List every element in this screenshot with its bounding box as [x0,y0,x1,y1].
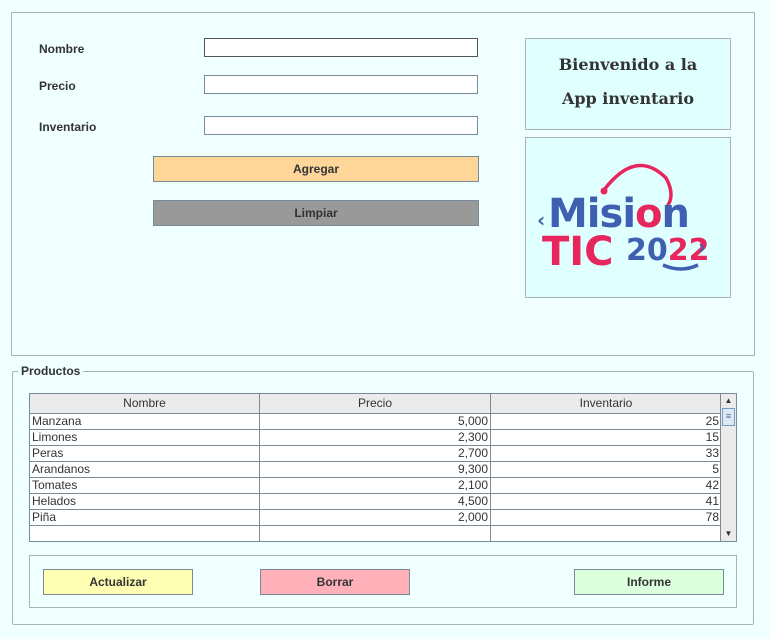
cell-inventario[interactable]: 41 [490,493,722,510]
table-row[interactable] [29,525,722,542]
cell-nombre[interactable]: Arandanos [29,461,260,478]
svg-text:2022: 2022 [626,233,710,268]
table-row[interactable]: Helados 4,500 41 [29,493,722,510]
scroll-up-icon[interactable]: ▲ [721,394,736,408]
table-scrollbar[interactable]: ▲ ≡ ▼ [720,393,737,542]
cell-precio[interactable]: 9,300 [259,461,491,478]
inventario-input[interactable] [204,116,478,135]
inventario-label: Inventario [39,120,97,134]
table-row[interactable]: Manzana 5,000 25 [29,413,722,430]
cell-precio[interactable]: 2,100 [259,477,491,494]
limpiar-button[interactable]: Limpiar [153,200,479,226]
cell-precio[interactable]: 2,000 [259,509,491,526]
agregar-button[interactable]: Agregar [153,156,479,182]
column-header-precio[interactable]: Precio [259,393,491,414]
productos-title: Productos [18,364,84,378]
cell-nombre[interactable]: Manzana [29,413,260,430]
welcome-box: Bienvenido a la App inventario [525,38,731,130]
actualizar-button[interactable]: Actualizar [43,569,193,595]
table-row[interactable]: Tomates 2,100 42 [29,477,722,494]
cell-inventario[interactable]: 42 [490,477,722,494]
cell-nombre[interactable]: Tomates [29,477,260,494]
cell-inventario[interactable]: 33 [490,445,722,462]
cell-nombre[interactable]: Peras [29,445,260,462]
cell-inventario[interactable]: 5 [490,461,722,478]
cell-nombre[interactable]: Piña [29,509,260,526]
welcome-line2: App inventario [561,89,695,108]
table-row[interactable]: Peras 2,700 33 [29,445,722,462]
table-row[interactable]: Piña 2,000 78 [29,509,722,526]
scroll-thumb[interactable]: ≡ [722,408,735,426]
cell-inventario[interactable]: 25 [490,413,722,430]
mision-tic-logo: ‹ Mision TIC 2022 › [525,137,731,298]
nombre-label: Nombre [39,42,85,56]
cell-precio[interactable]: 2,700 [259,445,491,462]
borrar-button[interactable]: Borrar [260,569,410,595]
informe-button[interactable]: Informe [574,569,724,595]
cell-inventario[interactable] [490,525,722,542]
column-header-inventario[interactable]: Inventario [490,393,722,414]
cell-inventario[interactable]: 78 [490,509,722,526]
welcome-line1: Bienvenido a la [558,55,698,74]
svg-text:›: › [698,235,706,259]
cell-precio[interactable]: 2,300 [259,429,491,446]
productos-table[interactable]: Nombre Precio Inventario Manzana 5,000 25 L… [29,393,722,542]
precio-input[interactable] [204,75,478,94]
cell-precio[interactable]: 5,000 [259,413,491,430]
cell-precio[interactable] [259,525,491,542]
cell-precio[interactable]: 4,500 [259,493,491,510]
svg-text:TIC: TIC [542,229,614,275]
cell-inventario[interactable]: 15 [490,429,722,446]
cell-nombre[interactable]: Helados [29,493,260,510]
table-row[interactable]: Limones 2,300 15 [29,429,722,446]
column-header-nombre[interactable]: Nombre [29,393,260,414]
table-row[interactable]: Arandanos 9,300 5 [29,461,722,478]
cell-nombre[interactable]: Limones [29,429,260,446]
nombre-input[interactable] [204,38,478,57]
scroll-down-icon[interactable]: ▼ [721,527,736,541]
precio-label: Precio [39,79,76,93]
cell-nombre[interactable] [29,525,260,542]
